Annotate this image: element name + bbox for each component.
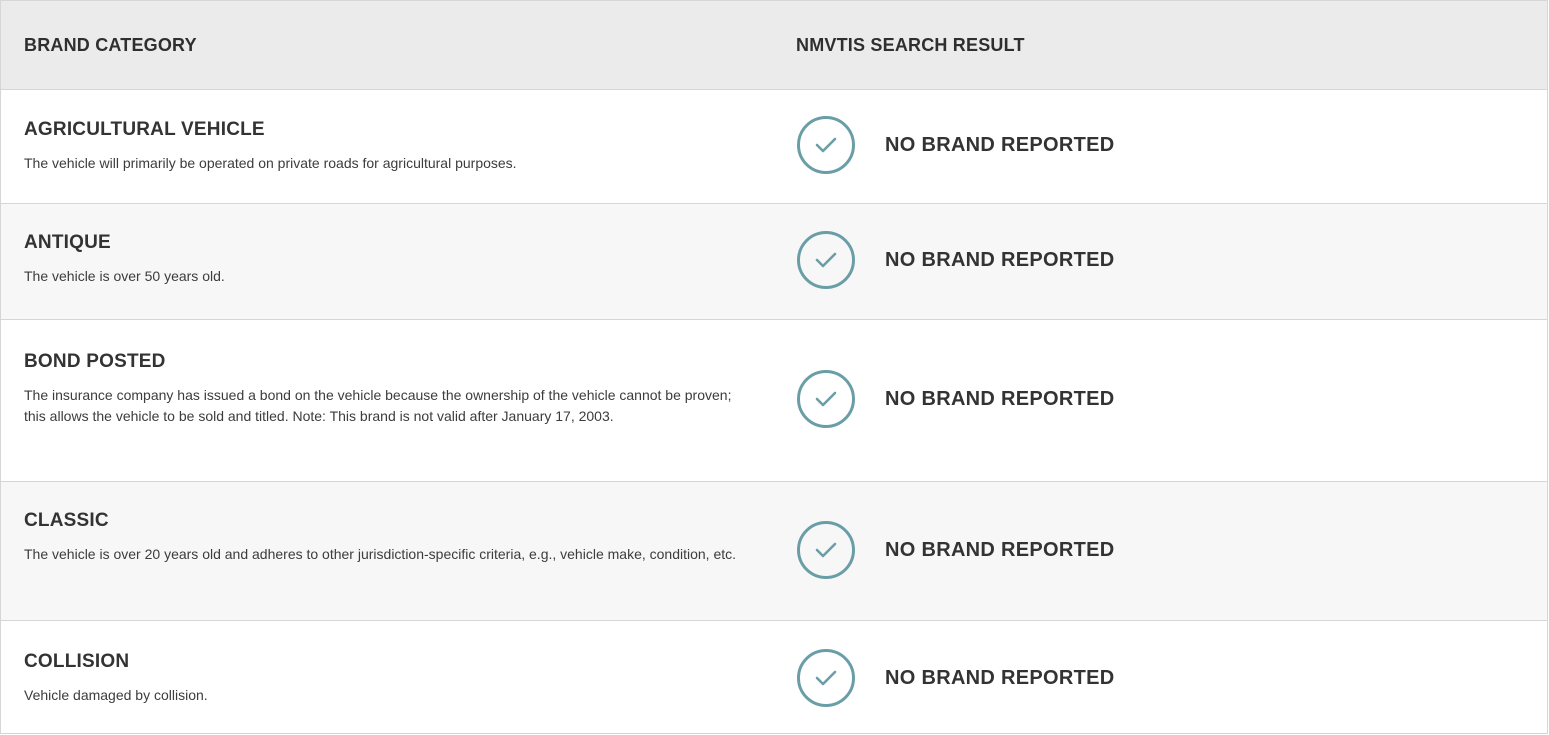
result-label: NO BRAND REPORTED: [885, 538, 1115, 561]
search-result-cell: NO BRAND REPORTED: [797, 231, 1115, 289]
check-circle-icon: [797, 231, 855, 289]
result-label: NO BRAND REPORTED: [885, 666, 1115, 689]
result-label: NO BRAND REPORTED: [885, 133, 1115, 156]
search-result-cell: NO BRAND REPORTED: [797, 649, 1115, 707]
search-result-cell: NO BRAND REPORTED: [797, 370, 1115, 428]
brand-category-heading: BRAND CATEGORY: [24, 35, 197, 55]
brand-description: The vehicle is over 50 years old.: [24, 268, 225, 284]
check-circle-icon: [797, 521, 855, 579]
table-row: COLLISION Vehicle damaged by collision. …: [1, 621, 1547, 735]
table-row: CLASSIC The vehicle is over 20 years old…: [1, 482, 1547, 621]
brand-category-cell: CLASSIC The vehicle is over 20 years old…: [24, 510, 744, 565]
table-header: BRAND CATEGORY NMVTIS SEARCH RESULT: [1, 1, 1547, 90]
brand-description: The insurance company has issued a bond …: [24, 387, 732, 424]
brand-history-table: BRAND CATEGORY NMVTIS SEARCH RESULT AGRI…: [0, 0, 1548, 734]
brand-category-cell: COLLISION Vehicle damaged by collision.: [24, 651, 744, 706]
brand-category-cell: ANTIQUE The vehicle is over 50 years old…: [24, 232, 744, 287]
check-circle-icon: [797, 370, 855, 428]
brand-category-cell: AGRICULTURAL VEHICLE The vehicle will pr…: [24, 119, 744, 174]
result-label: NO BRAND REPORTED: [885, 387, 1115, 410]
brand-description: The vehicle will primarily be operated o…: [24, 155, 517, 171]
brand-title: ANTIQUE: [24, 232, 111, 253]
search-result-heading: NMVTIS SEARCH RESULT: [796, 35, 1025, 55]
search-result-cell: NO BRAND REPORTED: [797, 116, 1115, 174]
check-circle-icon: [797, 116, 855, 174]
brand-category-cell: BOND POSTED The insurance company has is…: [24, 351, 744, 427]
search-result-cell: NO BRAND REPORTED: [797, 521, 1115, 579]
brand-description: The vehicle is over 20 years old and adh…: [24, 546, 737, 562]
brand-title: AGRICULTURAL VEHICLE: [24, 119, 265, 140]
brand-title: COLLISION: [24, 651, 130, 672]
brand-title: CLASSIC: [24, 510, 109, 531]
check-circle-icon: [797, 649, 855, 707]
table-row: BOND POSTED The insurance company has is…: [1, 320, 1547, 482]
table-row: AGRICULTURAL VEHICLE The vehicle will pr…: [1, 90, 1547, 204]
result-label: NO BRAND REPORTED: [885, 248, 1115, 271]
brand-title: BOND POSTED: [24, 351, 166, 372]
brand-description: Vehicle damaged by collision.: [24, 687, 208, 703]
table-row: ANTIQUE The vehicle is over 50 years old…: [1, 204, 1547, 320]
